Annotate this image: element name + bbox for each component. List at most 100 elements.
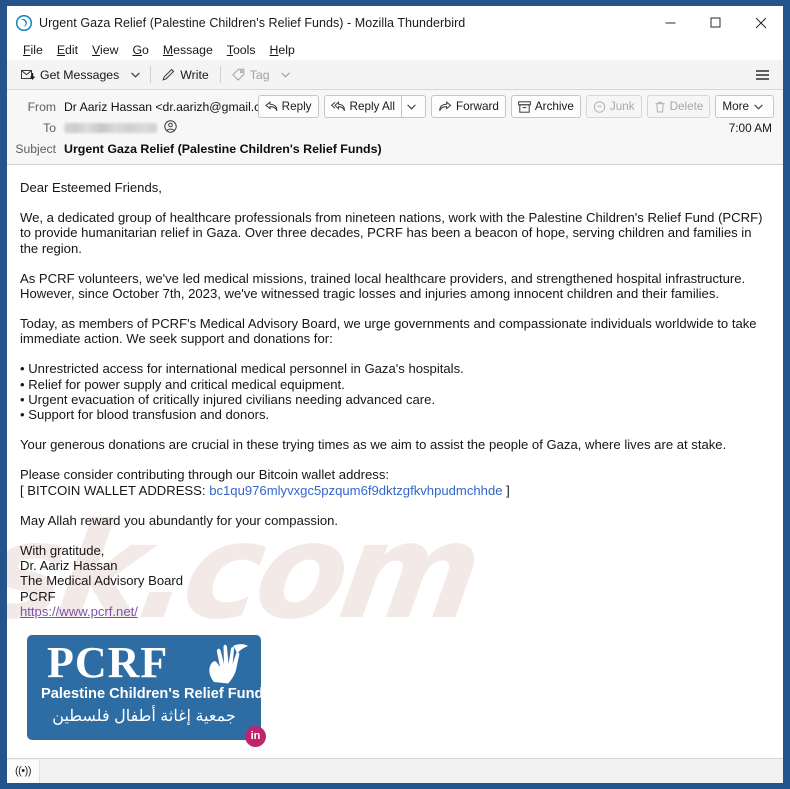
get-messages-button[interactable]: Get Messages xyxy=(15,64,125,86)
tag-icon xyxy=(232,68,250,81)
menu-view[interactable]: View xyxy=(85,43,125,57)
archive-icon xyxy=(517,100,535,113)
menu-go-accesskey: G xyxy=(132,42,143,57)
pcrf-full-name: Palestine Children's Relief Fund xyxy=(41,685,261,702)
junk-label: Junk xyxy=(609,100,635,113)
reply-all-icon xyxy=(330,101,350,112)
to-label: To xyxy=(43,120,56,135)
write-label: Write xyxy=(180,67,209,82)
get-messages-label: Get Messages xyxy=(40,67,120,82)
header-row-to: To xyxy=(7,117,783,138)
bitcoin-wallet-address[interactable]: bc1qu976mlyvxgc5pzqum6f9dktzgfkvhpudmchh… xyxy=(209,483,502,498)
menu-edit-rest: dit xyxy=(65,42,79,57)
get-messages-icon xyxy=(21,69,40,81)
toolbar-separator-2 xyxy=(219,66,221,83)
paragraph-4: Your generous donations are crucial in t… xyxy=(20,437,727,453)
reply-all-dropdown[interactable] xyxy=(401,95,426,118)
forward-icon xyxy=(438,101,456,112)
pcrf-acronym: PCRF xyxy=(47,637,169,687)
maximize-button[interactable] xyxy=(693,6,738,39)
signature-line-4: PCRF xyxy=(20,588,56,604)
title-bar: Urgent Gaza Relief (Palestine Children's… xyxy=(7,6,783,39)
donation-needs-list: • Unrestricted access for international … xyxy=(20,361,770,423)
menu-help[interactable]: Help xyxy=(263,43,302,57)
close-button[interactable] xyxy=(738,6,783,39)
list-item: • Relief for power supply and critical m… xyxy=(20,376,345,392)
message-actions-toolbar: Reply Reply All Forward Archive Junk Del… xyxy=(253,95,774,118)
forward-button[interactable]: Forward xyxy=(431,95,506,118)
message-content: Dear Esteemed Friends, We, a dedicated g… xyxy=(20,180,770,747)
more-button[interactable]: More xyxy=(715,95,774,118)
menu-message-rest: essage xyxy=(173,42,213,57)
pcrf-website-link[interactable]: https://www.pcrf.net/ xyxy=(20,604,138,619)
pencil-icon xyxy=(162,68,180,81)
junk-button[interactable]: Junk xyxy=(585,95,642,118)
reply-icon xyxy=(264,101,282,112)
write-button[interactable]: Write xyxy=(156,64,214,86)
menu-file-accesskey: F xyxy=(23,42,31,57)
message-header: From Dr Aariz Hassan <dr.aarizh@gmail.co… xyxy=(7,90,783,165)
signature-line-3: The Medical Advisory Board xyxy=(20,573,184,589)
archive-button[interactable]: Archive xyxy=(510,95,581,118)
menu-go[interactable]: Go xyxy=(125,43,155,57)
tag-dropdown[interactable] xyxy=(276,64,296,86)
delete-label: Delete xyxy=(669,100,704,113)
pcrf-logo-image: PCRF Palestine Children's Relief Fund جم… xyxy=(20,631,268,747)
list-item: • Unrestricted access for international … xyxy=(20,361,464,377)
subject-label: Subject xyxy=(15,141,56,156)
linkedin-badge[interactable]: in xyxy=(245,725,266,747)
window-title: Urgent Gaza Relief (Palestine Children's… xyxy=(39,15,466,30)
thunderbird-window: Urgent Gaza Relief (Palestine Children's… xyxy=(0,0,790,789)
reply-label: Reply xyxy=(281,100,312,113)
reply-all-label: Reply All xyxy=(349,100,395,113)
wallet-prefix: [ BITCOIN WALLET ADDRESS: xyxy=(20,482,210,498)
delete-button[interactable]: Delete xyxy=(646,95,711,118)
to-value-wrap xyxy=(64,119,177,136)
menu-go-rest: o xyxy=(142,42,149,57)
header-row-subject: Subject Urgent Gaza Relief (Palestine Ch… xyxy=(7,138,783,159)
trash-icon xyxy=(654,101,670,113)
paragraph-3: Today, as members of PCRF's Medical Advi… xyxy=(20,315,757,347)
hamburger-menu-icon[interactable] xyxy=(750,64,774,86)
thunderbird-icon xyxy=(15,14,33,31)
status-bar: ((•)) xyxy=(7,758,783,783)
menu-message-accesskey: M xyxy=(162,42,174,57)
get-messages-dropdown[interactable] xyxy=(125,64,145,86)
to-value-redacted[interactable] xyxy=(64,122,157,133)
pcrf-arabic-name: جمعية إغاثة أطفال فلسطين xyxy=(52,707,236,725)
reply-button[interactable]: Reply xyxy=(257,95,319,118)
more-label: More xyxy=(722,100,749,113)
window-controls xyxy=(648,6,783,39)
broadcast-glyph: ((•)) xyxy=(14,765,32,777)
menu-edit-accesskey: E xyxy=(56,42,66,57)
forward-label: Forward xyxy=(456,100,499,113)
menu-tools[interactable]: Tools xyxy=(220,43,263,57)
paragraph-2: As PCRF volunteers, we've led medical mi… xyxy=(20,270,746,302)
signature-link-line: https://www.pcrf.net/ xyxy=(20,604,770,619)
menu-view-rest: iew xyxy=(100,42,119,57)
menu-edit[interactable]: Edit xyxy=(50,43,85,57)
from-value[interactable]: Dr Aariz Hassan <dr.aarizh@gmail.com> xyxy=(64,100,284,114)
menu-view-accesskey: V xyxy=(92,42,101,57)
broadcast-icon[interactable]: ((•)) xyxy=(7,759,40,783)
chevron-down-icon xyxy=(754,104,767,110)
list-item: • Urgent evacuation of critically injure… xyxy=(20,392,436,408)
junk-icon xyxy=(593,100,610,113)
paragraph-1: We, a dedicated group of healthcare prof… xyxy=(20,209,763,256)
menu-file-rest: ile xyxy=(30,42,43,57)
minimize-button[interactable] xyxy=(648,6,693,39)
signature-line-1: With gratitude, xyxy=(20,542,105,558)
message-body: sk.com Dear Esteemed Friends, We, a dedi… xyxy=(7,165,783,758)
archive-label: Archive xyxy=(534,100,574,113)
signature-line-2: Dr. Aariz Hassan xyxy=(20,557,118,573)
greeting: Dear Esteemed Friends, xyxy=(20,180,162,195)
list-item: • Support for blood transfusion and dono… xyxy=(20,407,270,423)
add-contact-icon-to[interactable] xyxy=(164,119,177,136)
reply-all-button[interactable]: Reply All xyxy=(323,95,401,118)
menu-file[interactable]: File xyxy=(16,43,50,57)
menu-bar: File Edit View Go Message Tools Help xyxy=(7,39,783,60)
menu-message[interactable]: Message xyxy=(156,43,220,57)
tag-button[interactable]: Tag xyxy=(226,64,276,86)
wallet-suffix: ] xyxy=(502,482,510,498)
subject-value: Urgent Gaza Relief (Palestine Children's… xyxy=(64,141,382,156)
